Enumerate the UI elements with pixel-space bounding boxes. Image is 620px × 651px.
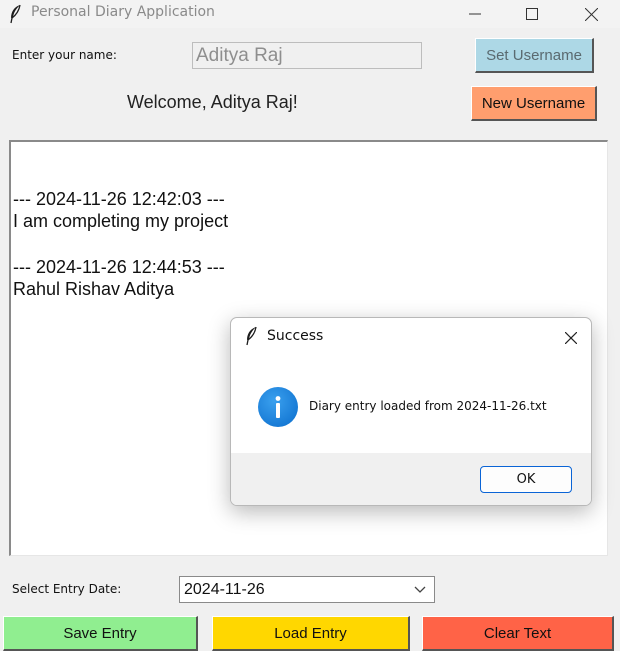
text-line: --- 2024-11-26 12:44:53 --- [13,257,225,277]
text-line: --- 2024-11-26 12:42:03 --- [13,189,225,209]
close-icon [565,332,577,344]
dialog-message: Diary entry loaded from 2024-11-26.txt [309,399,547,413]
save-entry-button[interactable]: Save Entry [3,616,198,651]
date-label: Select Entry Date: [12,582,122,596]
title-bar: Personal Diary Application [0,0,620,28]
window-title: Personal Diary Application [31,4,215,20]
maximize-button[interactable] [504,0,560,28]
minimize-icon [469,13,481,15]
dialog-close-button[interactable] [557,326,585,350]
name-input[interactable]: Aditya Raj [192,42,422,69]
text-line: I am completing my project [13,211,229,231]
success-dialog: Success Diary entry loaded from 2024-11-… [230,317,592,506]
load-entry-button[interactable]: Load Entry [212,616,410,651]
dialog-title: Success [267,328,324,344]
ok-button[interactable]: OK [480,466,572,493]
maximize-icon [526,8,538,20]
info-icon [258,387,298,427]
chevron-down-icon [414,586,426,593]
text-line: Rahul Rishav Aditya [13,279,175,299]
welcome-message: Welcome, Aditya Raj! [127,92,298,112]
close-button[interactable] [563,0,619,28]
date-dropdown[interactable]: 2024-11-26 [179,576,435,603]
close-icon [584,7,598,21]
set-username-button[interactable]: Set Username [475,38,594,73]
minimize-button[interactable] [447,0,503,28]
feather-icon [246,326,257,346]
name-label: Enter your name: [12,48,117,62]
new-username-button[interactable]: New Username [471,86,597,121]
clear-text-button[interactable]: Clear Text [422,616,614,651]
date-dropdown-value: 2024-11-26 [184,581,265,598]
feather-icon [10,4,21,24]
